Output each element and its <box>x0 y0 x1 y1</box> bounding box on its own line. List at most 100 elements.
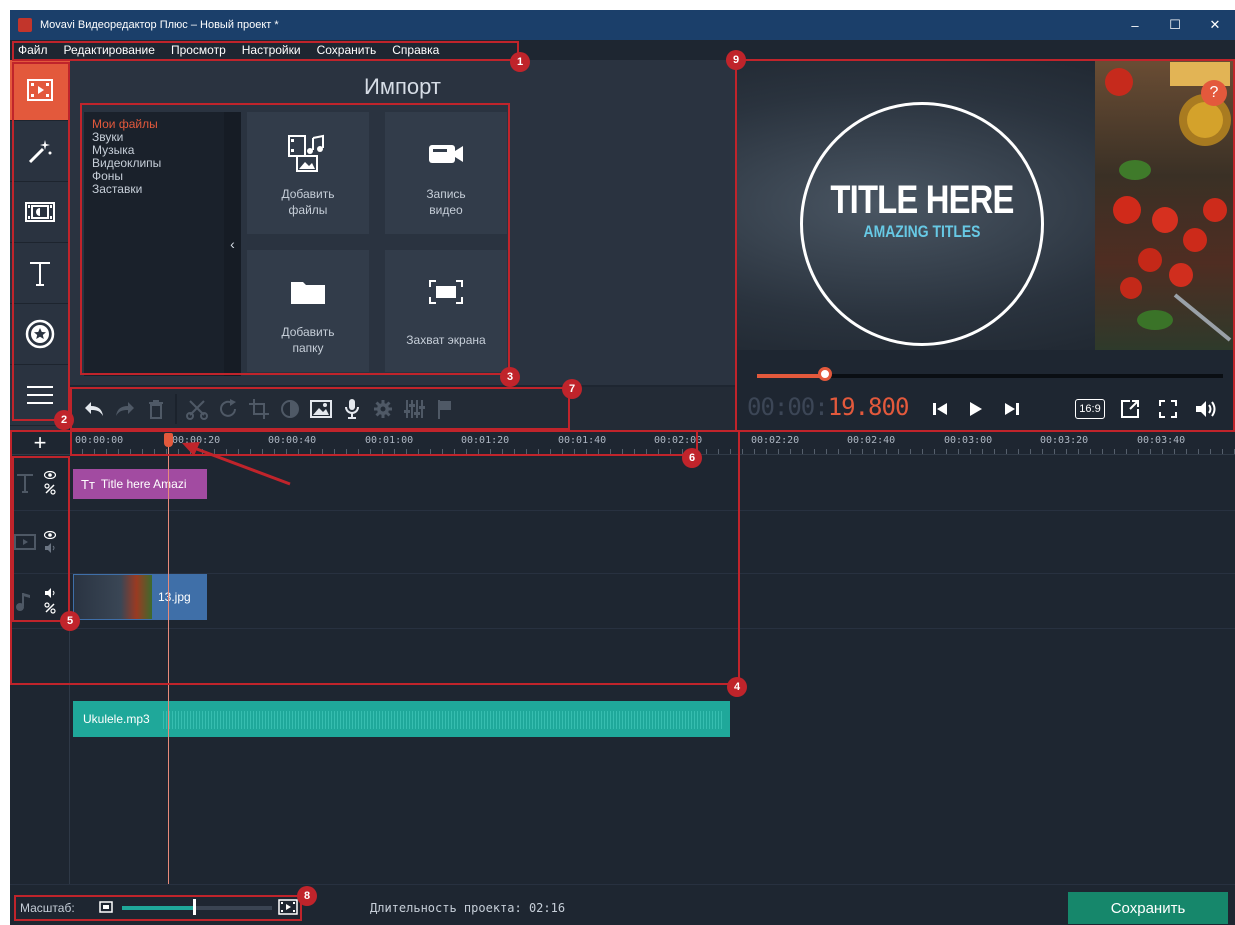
menu-help[interactable]: Справка <box>392 43 439 57</box>
eye-icon[interactable] <box>44 531 56 539</box>
fullscreen-icon <box>1159 400 1177 418</box>
menu-save[interactable]: Сохранить <box>317 43 377 57</box>
ruler-tick: 00:00:00 <box>75 435 124 446</box>
minimize-button[interactable]: – <box>1115 10 1155 40</box>
ruler-tick: 00:01:40 <box>558 435 607 446</box>
title-bar: Movavi Видеоредактор Плюс – Новый проект… <box>10 10 1235 40</box>
collapse-categories-button[interactable]: ‹ <box>224 112 241 376</box>
redo-button[interactable] <box>109 393 140 424</box>
microphone-icon <box>344 398 359 419</box>
speaker-icon[interactable] <box>44 588 56 598</box>
unlink-icon[interactable] <box>44 602 56 614</box>
menu-edit[interactable]: Редактирование <box>64 43 155 57</box>
title-clip-glyph: Tт <box>81 476 95 492</box>
preview-player[interactable]: TITLE HERE AMAZING TITLES ? <box>735 60 1235 350</box>
screen-capture-icon <box>429 280 463 304</box>
volume-icon <box>1196 401 1216 417</box>
zoom-slider-fill <box>122 906 193 910</box>
previous-button[interactable] <box>925 396 955 422</box>
aspect-ratio-button[interactable]: 16:9 <box>1075 399 1105 419</box>
zoom-out-icon[interactable] <box>99 901 113 913</box>
undo-icon <box>84 401 103 416</box>
speaker-icon[interactable] <box>44 543 56 553</box>
unlink-icon[interactable] <box>44 483 56 495</box>
screen-capture-tile[interactable]: Захват экрана <box>385 250 507 372</box>
preview-subtitle-text: AMAZING TITLES <box>863 222 981 241</box>
scale-label: Масштаб: <box>20 901 75 915</box>
edit-toolbar <box>70 387 735 430</box>
next-button[interactable] <box>997 396 1027 422</box>
project-duration: Длительность проекта: 02:16 <box>370 901 566 915</box>
fullscreen-button[interactable] <box>1153 396 1183 422</box>
stickers-tool-button[interactable] <box>10 304 70 365</box>
voiceover-button[interactable] <box>336 393 367 424</box>
equalizer-button[interactable] <box>398 393 429 424</box>
add-folder-label-1: Добавить <box>281 325 335 339</box>
zoom-slider[interactable] <box>122 906 272 910</box>
scrubber-handle[interactable] <box>817 367 832 381</box>
settings-icon <box>373 399 392 418</box>
add-track-button[interactable]: + <box>10 430 70 455</box>
volume-button[interactable] <box>1191 396 1221 422</box>
menu-view[interactable]: Просмотр <box>171 43 226 57</box>
film-import-icon <box>27 79 53 101</box>
category-list: Мои файлы Звуки Музыка Видеоклипы Фоны З… <box>84 112 224 376</box>
import-title: Импорт <box>364 74 441 99</box>
status-bar: Масштаб: Длительность проекта: 02:16 Сох… <box>10 884 1235 925</box>
playhead-handle[interactable] <box>164 433 173 447</box>
ruler-tick: 00:02:40 <box>847 435 896 446</box>
delete-button[interactable] <box>140 393 171 424</box>
window-controls: – ☐ ✕ <box>1115 10 1235 40</box>
transitions-tool-button[interactable] <box>10 182 70 243</box>
callout-arrow <box>182 442 291 486</box>
eye-icon[interactable] <box>44 471 56 479</box>
timeline[interactable]: Tт Title here Amazi 13.jpg Ukulele.mp3 <box>10 456 1235 884</box>
scrubber-progress <box>757 374 825 378</box>
ruler-tick: 00:01:00 <box>365 435 414 446</box>
filters-tool-button[interactable] <box>10 121 70 182</box>
callout-badge-7: 7 <box>562 379 582 399</box>
star-badge-icon <box>25 319 55 349</box>
marker-button[interactable] <box>429 393 460 424</box>
audio-clip-label: Ukulele.mp3 <box>83 712 150 726</box>
skip-back-icon <box>933 403 947 415</box>
audio-clip[interactable]: Ukulele.mp3 <box>73 701 730 737</box>
record-video-tile[interactable]: Запись видео <box>385 112 507 234</box>
play-button[interactable] <box>961 396 991 422</box>
import-tool-button[interactable] <box>10 60 70 121</box>
close-button[interactable]: ✕ <box>1195 10 1235 40</box>
ruler-tick: 00:01:20 <box>461 435 510 446</box>
import-panel: Импорт Мои файлы Звуки Музыка Видеоклипы… <box>70 60 735 385</box>
redo-icon <box>115 401 134 416</box>
color-adjust-icon <box>280 399 299 418</box>
image-button[interactable] <box>305 393 336 424</box>
cut-button[interactable] <box>181 393 212 424</box>
detach-preview-button[interactable] <box>1115 396 1145 422</box>
screen-capture-label-2: Захват экрана <box>406 333 486 347</box>
save-button[interactable]: Сохранить <box>1068 892 1228 924</box>
callout-badge-5: 5 <box>60 611 80 631</box>
timecode-prefix: 00:00: <box>747 393 829 421</box>
titles-tool-button[interactable] <box>10 243 70 304</box>
add-folder-tile[interactable]: Добавить папку <box>247 250 369 372</box>
cut-icon <box>185 399 208 420</box>
add-files-tile[interactable]: Добавить файлы <box>247 112 369 234</box>
help-button[interactable]: ? <box>1201 80 1227 106</box>
zoom-in-icon[interactable] <box>278 899 298 915</box>
menu-file[interactable]: Файл <box>18 43 48 57</box>
video-track-header <box>10 511 70 573</box>
external-window-icon <box>1121 400 1139 418</box>
menu-settings[interactable]: Настройки <box>242 43 301 57</box>
rotate-button[interactable] <box>212 393 243 424</box>
zoom-slider-handle[interactable] <box>192 899 196 915</box>
crop-button[interactable] <box>243 393 274 424</box>
maximize-button[interactable]: ☐ <box>1155 10 1195 40</box>
undo-button[interactable] <box>78 393 109 424</box>
list-icon <box>27 386 53 404</box>
clip-settings-button[interactable] <box>367 393 398 424</box>
callout-badge-1: 1 <box>510 52 530 72</box>
video-track: 13.jpg <box>10 511 1235 620</box>
skip-forward-icon <box>1005 403 1019 415</box>
color-adjust-button[interactable] <box>274 393 305 424</box>
category-intros[interactable]: Заставки <box>92 183 216 196</box>
